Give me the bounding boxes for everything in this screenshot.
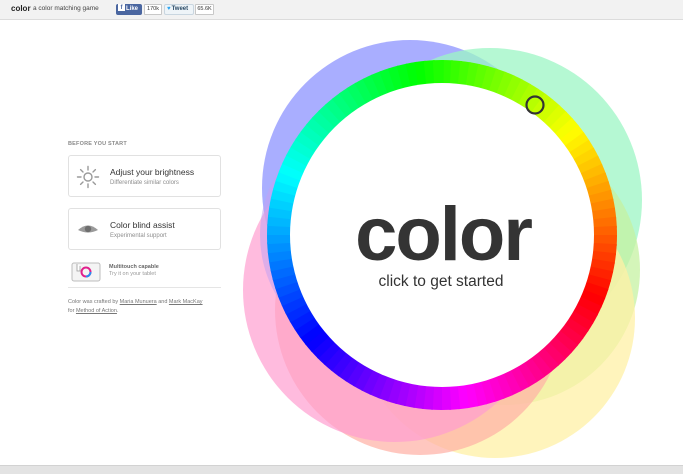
- color-title[interactable]: color: [341, 195, 545, 275]
- hue-segment: [432, 60, 444, 86]
- start-prompt[interactable]: click to get started: [360, 273, 522, 291]
